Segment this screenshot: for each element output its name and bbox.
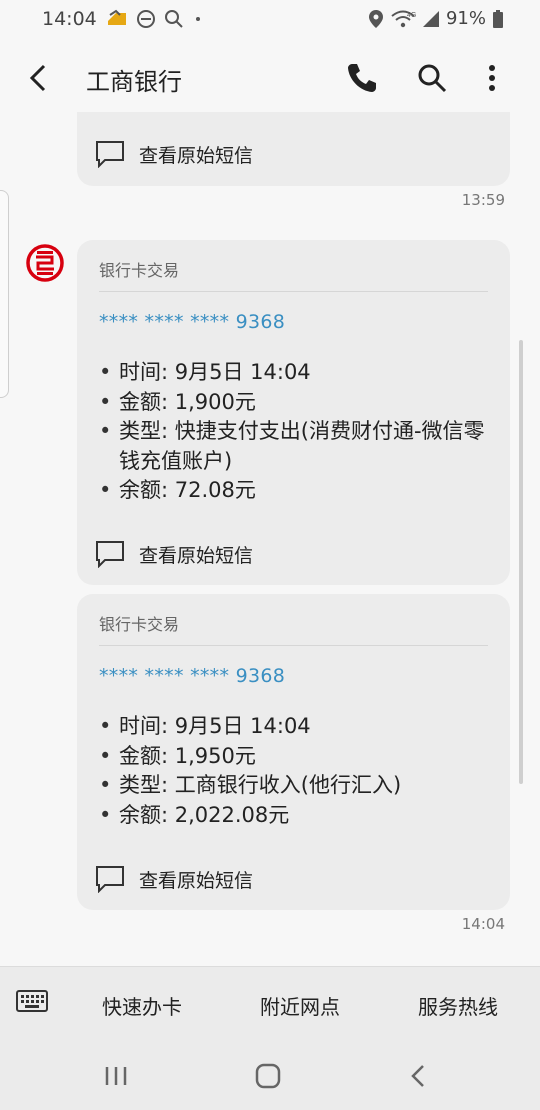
back-button[interactable] xyxy=(26,60,56,96)
more-notifications-dot-icon xyxy=(196,17,200,21)
back-nav-button[interactable] xyxy=(404,1061,434,1091)
home-button[interactable] xyxy=(253,1061,283,1091)
scrollbar[interactable] xyxy=(519,340,523,784)
view-original-label: 查看原始短信 xyxy=(139,544,254,567)
card-number-link[interactable]: **** **** **** 9368 xyxy=(99,665,285,687)
detail-balance: 余额: 2,022.08元 xyxy=(99,801,499,831)
back-chevron-icon xyxy=(411,1065,424,1087)
message-timestamp: 14:04 xyxy=(461,915,505,933)
view-original-link[interactable]: 查看原始短信 xyxy=(95,865,253,893)
message-icon xyxy=(96,141,124,168)
status-bar: 14:04 4G 91% xyxy=(0,0,540,40)
quick-menu-item-hotline[interactable]: 服务热线 xyxy=(418,991,498,1020)
search-notification-icon xyxy=(165,10,183,28)
transaction-details: 时间: 9月5日 14:04 金额: 1,900元 类型: 快捷支付支出(消费财… xyxy=(99,358,499,506)
message-icon xyxy=(96,541,124,568)
call-button[interactable] xyxy=(344,60,380,96)
conversation-header: 工商银行 xyxy=(0,40,540,120)
search-button[interactable] xyxy=(414,60,450,96)
back-arrow-icon xyxy=(29,64,46,92)
message-label: 银行卡交易 xyxy=(99,615,180,634)
recent-apps-icon xyxy=(105,1067,127,1085)
more-options-button[interactable] xyxy=(474,60,510,96)
view-original-link[interactable]: 查看原始短信 xyxy=(95,540,253,568)
conversation-title: 工商银行 xyxy=(86,68,182,96)
detail-type: 类型: 工商银行收入(他行汇入) xyxy=(99,771,499,801)
wifi-icon: 4G xyxy=(391,10,416,27)
search-icon xyxy=(418,64,447,93)
detail-amount: 金额: 1,950元 xyxy=(99,742,499,772)
keyboard-button[interactable] xyxy=(16,989,48,1015)
icbc-logo-icon xyxy=(26,244,64,282)
divider xyxy=(99,645,488,646)
transaction-details: 时间: 9月5日 14:04 金额: 1,950元 类型: 工商银行收入(他行汇… xyxy=(99,712,499,830)
detail-type: 类型: 快捷支付支出(消费财付通-微信零钱充值账户) xyxy=(99,417,499,476)
message-label: 银行卡交易 xyxy=(99,261,180,280)
home-icon xyxy=(255,1063,281,1089)
location-icon xyxy=(368,9,383,28)
signal-icon xyxy=(422,10,439,27)
quick-menu-item-branches[interactable]: 附近网点 xyxy=(260,991,340,1020)
battery-icon xyxy=(493,9,503,28)
phone-icon xyxy=(348,64,376,92)
message-bubble-previous[interactable]: 查看原始短信 xyxy=(77,112,510,186)
battery-percent: 91% xyxy=(445,8,486,29)
view-original-label: 查看原始短信 xyxy=(139,144,254,167)
quick-menu-bar: 快速办卡 附近网点 服务热线 xyxy=(0,966,540,1039)
more-vertical-icon xyxy=(489,65,495,91)
svg-text:4G: 4G xyxy=(407,12,416,19)
view-original-label: 查看原始短信 xyxy=(139,869,254,892)
message-bubble[interactable]: 银行卡交易 **** **** **** 9368 时间: 9月5日 14:04… xyxy=(77,240,510,585)
message-timestamp: 13:59 xyxy=(461,191,505,209)
detail-balance: 余额: 72.08元 xyxy=(99,476,499,506)
recent-apps-button[interactable] xyxy=(101,1061,131,1091)
quick-menu-item-card[interactable]: 快速办卡 xyxy=(102,991,182,1020)
keyboard-icon xyxy=(16,990,48,1012)
detail-time: 时间: 9月5日 14:04 xyxy=(99,358,499,388)
detail-time: 时间: 9月5日 14:04 xyxy=(99,712,499,742)
message-icon xyxy=(96,866,124,893)
divider xyxy=(99,291,488,292)
message-bubble[interactable]: 银行卡交易 **** **** **** 9368 时间: 9月5日 14:04… xyxy=(77,594,510,910)
do-not-disturb-icon xyxy=(137,10,155,28)
view-original-link[interactable]: 查看原始短信 xyxy=(95,140,253,168)
system-navigation-bar xyxy=(0,1039,540,1110)
edge-panel-handle[interactable] xyxy=(0,190,9,398)
detail-amount: 金额: 1,900元 xyxy=(99,388,499,418)
status-time: 14:04 xyxy=(42,8,97,30)
notification-app-icon xyxy=(108,9,126,25)
card-number-link[interactable]: **** **** **** 9368 xyxy=(99,311,285,333)
